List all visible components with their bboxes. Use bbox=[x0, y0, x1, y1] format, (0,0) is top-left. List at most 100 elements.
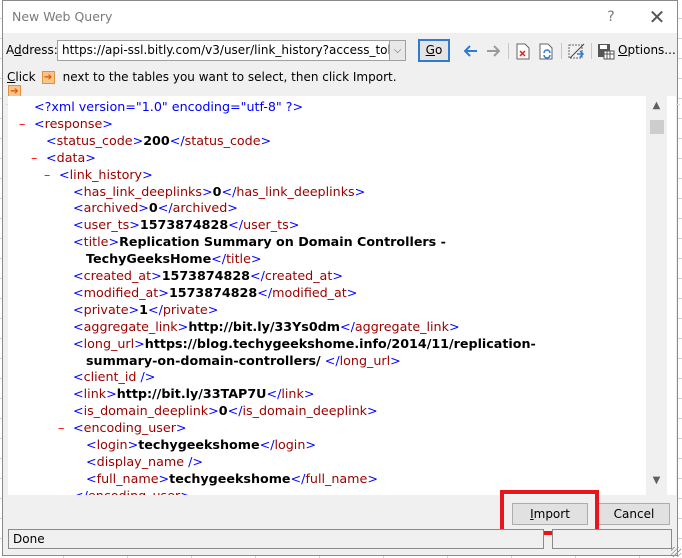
xml-line: summary-on-domain-controllers/ </long_ur… bbox=[86, 353, 401, 370]
hide-icons-icon[interactable] bbox=[567, 41, 587, 61]
xml-tag-name: created_at bbox=[83, 268, 152, 283]
scroll-thumb[interactable] bbox=[650, 120, 664, 134]
address-toolbar: Address: https://api-ssl.bitly.com/v3/us… bbox=[6, 39, 680, 105]
save-query-icon[interactable] bbox=[596, 41, 616, 61]
xml-tag-name: modified_at bbox=[272, 284, 347, 300]
xml-markup: < bbox=[73, 301, 84, 317]
xml-markup: < bbox=[73, 234, 84, 250]
xml-markup: > bbox=[354, 183, 366, 199]
xml-line: </encoding_user> bbox=[73, 488, 191, 495]
scroll-up-icon[interactable]: ▲ bbox=[646, 100, 667, 116]
xml-tag-name: modified_at bbox=[83, 284, 159, 300]
xml-markup: < bbox=[46, 132, 57, 148]
xml-tag-name: is_domain_deeplink bbox=[242, 403, 368, 419]
refresh-icon[interactable] bbox=[537, 41, 557, 61]
xml-tag-name: display_name bbox=[96, 453, 185, 469]
xml-value: Replication Summary on Domain Controller… bbox=[119, 234, 446, 250]
xml-tag-name: long_url bbox=[83, 335, 135, 351]
xml-markup: > bbox=[332, 268, 343, 283]
xml-markup: > bbox=[208, 403, 219, 419]
xml-markup: < bbox=[73, 183, 84, 199]
collapse-toggle[interactable]: – bbox=[31, 150, 37, 167]
xml-markup: > bbox=[128, 301, 140, 317]
close-button[interactable]: ✕ bbox=[645, 5, 669, 29]
xml-line: <login>techygeekshome</login> bbox=[86, 437, 316, 454]
select-arrow-icon: ➔ bbox=[41, 71, 55, 84]
stop-icon[interactable] bbox=[513, 41, 533, 61]
address-label-part: A bbox=[6, 43, 14, 57]
xml-markup: > bbox=[127, 437, 139, 452]
xml-value: techygeekshome bbox=[138, 437, 260, 452]
xml-line: <full_name>techygeekshome</full_name> bbox=[86, 471, 378, 488]
xml-markup: > bbox=[142, 166, 153, 182]
xml-value: 0 bbox=[148, 200, 158, 216]
xml-tag-name: encoding_user bbox=[88, 488, 180, 495]
cancel-button[interactable]: Cancel bbox=[598, 503, 670, 525]
collapse-toggle[interactable]: – bbox=[19, 116, 25, 133]
collapse-toggle[interactable]: – bbox=[44, 167, 50, 184]
xml-value: techygeekshome bbox=[169, 470, 291, 486]
xml-line: <private>1</private> bbox=[73, 302, 218, 319]
xml-value: summary-on-domain-controllers/ bbox=[86, 352, 321, 368]
instruction-click: lick bbox=[15, 70, 36, 84]
address-label-accel: d bbox=[14, 43, 22, 57]
xml-line: <title>Replication Summary on Domain Con… bbox=[73, 234, 446, 251]
address-dropdown-button[interactable]: ⌵ bbox=[389, 40, 406, 61]
xml-tag-name: title bbox=[83, 234, 109, 250]
xml-tag-name: private bbox=[83, 301, 129, 317]
xml-markup: > bbox=[305, 437, 317, 452]
xml-tag-name: archived bbox=[83, 200, 139, 216]
xml-line: <?xml version="1.0" encoding="utf-8" ?> bbox=[34, 99, 303, 116]
xml-tag-name: status_code bbox=[56, 132, 133, 148]
xml-markup: > bbox=[158, 284, 169, 300]
xml-markup: < bbox=[73, 369, 84, 385]
xml-tag-name: full_name bbox=[305, 470, 368, 486]
back-arrow-icon[interactable] bbox=[461, 41, 481, 61]
xml-markup: < bbox=[73, 335, 84, 351]
xml-value: 1 bbox=[139, 301, 148, 317]
vertical-scrollbar[interactable]: ▲ ▼ bbox=[646, 96, 667, 495]
xml-markup: > bbox=[288, 217, 300, 233]
help-button[interactable]: ? bbox=[601, 7, 621, 27]
options-label: ptions... bbox=[627, 43, 676, 57]
toolbar-separator bbox=[508, 43, 509, 59]
xml-tag-name: title bbox=[226, 251, 251, 267]
xml-preview-pane: <?xml version="1.0" encoding="utf-8" ?> –… bbox=[8, 96, 676, 495]
xml-line: <has_link_deeplinks>0</has_link_deeplink… bbox=[73, 184, 365, 201]
xml-markup: /> bbox=[184, 453, 203, 469]
options-button[interactable]: Options... bbox=[618, 43, 676, 57]
xml-markup: > bbox=[207, 301, 219, 317]
xml-value: http://bit.ly/33Ys0dm bbox=[188, 318, 340, 334]
xml-line: <link>http://bit.ly/33TAP7U</link> bbox=[73, 386, 314, 403]
xml-line: <status_code>200</status_code> bbox=[46, 133, 271, 150]
xml-line: <long_url>https://blog.techygeekshome.in… bbox=[73, 336, 536, 353]
xml-markup: < bbox=[73, 217, 84, 233]
xml-markup: > bbox=[367, 403, 378, 419]
xml-tag-name: has_link_deeplinks bbox=[236, 183, 355, 199]
go-button[interactable]: Go bbox=[418, 39, 450, 62]
xml-markup: > bbox=[134, 335, 145, 351]
xml-markup: </ bbox=[157, 200, 173, 216]
xml-markup: </ bbox=[290, 470, 306, 486]
xml-markup: > bbox=[175, 420, 187, 436]
xml-markup: < bbox=[34, 115, 45, 131]
xml-tag-name: private bbox=[162, 301, 208, 317]
xml-tag-name: user_ts bbox=[83, 217, 130, 233]
xml-markup: < bbox=[86, 470, 97, 486]
collapse-toggle[interactable]: – bbox=[58, 420, 64, 437]
status-bar: Done bbox=[8, 529, 544, 549]
xml-markup: > bbox=[177, 318, 189, 334]
xml-markup: < bbox=[73, 403, 84, 419]
address-input[interactable]: https://api-ssl.bitly.com/v3/user/link_h… bbox=[57, 40, 405, 61]
xml-tag-name: login bbox=[274, 437, 306, 452]
xml-markup: > bbox=[132, 132, 144, 148]
forward-arrow-icon[interactable] bbox=[483, 41, 503, 61]
xml-markup: > bbox=[102, 115, 113, 131]
xml-tag-name: aggregate_link bbox=[354, 318, 449, 334]
resize-grip[interactable] bbox=[671, 547, 681, 557]
xml-value: http://bit.ly/33TAP7U bbox=[116, 386, 267, 402]
xml-tag-name: aggregate_link bbox=[83, 318, 178, 334]
scroll-down-icon[interactable]: ▼ bbox=[646, 475, 667, 491]
import-button[interactable]: Import bbox=[512, 503, 588, 525]
xml-value: 0 bbox=[218, 403, 228, 419]
